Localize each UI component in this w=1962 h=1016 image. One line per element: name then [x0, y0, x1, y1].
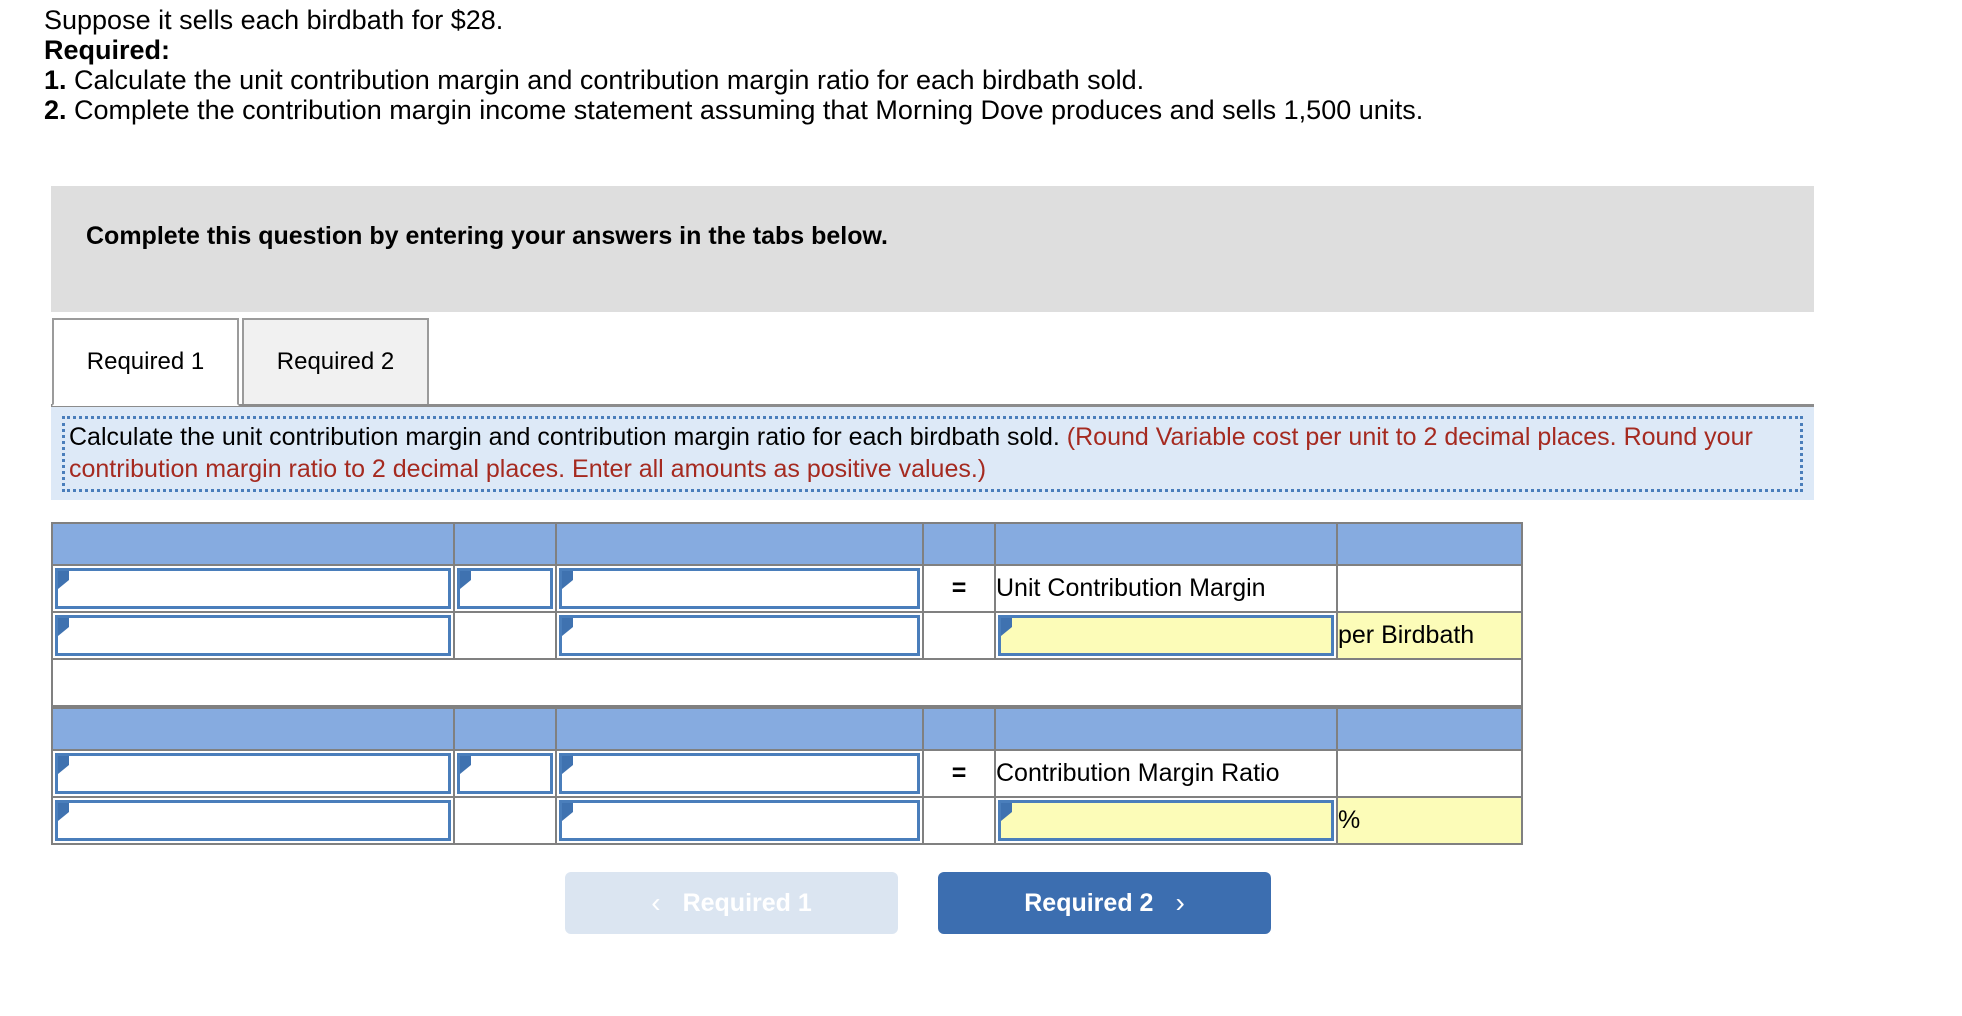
cell-cmr-row1-col2 [453, 749, 557, 798]
dropdown-caret-icon [562, 618, 573, 636]
cell-ucm-row2-col5 [994, 611, 1338, 660]
cell-ucm-row2-col4 [922, 611, 996, 660]
dropdown-cmr-r1-c1[interactable] [55, 753, 451, 794]
problem-item-2: 2. Complete the contribution margin inco… [44, 94, 1962, 125]
previous-required-1-button[interactable]: ‹ Required 1 [565, 872, 898, 934]
dropdown-cmr-r1-c2[interactable] [457, 753, 553, 794]
cell-cmr-row2-col4 [922, 796, 996, 845]
cell-ucm-row2-col1 [51, 611, 455, 660]
header-cell-1 [51, 522, 455, 566]
dropdown-caret-icon [58, 803, 69, 821]
answer-sheet: = Unit Contribution Margin per Birdbath [51, 522, 1523, 845]
dropdown-ucm-r1-c1[interactable] [55, 568, 451, 609]
dropdown-cmr-r2-c3[interactable] [559, 800, 920, 841]
dropdown-caret-icon [460, 571, 471, 589]
cell-cmr-row2-col1 [51, 796, 455, 845]
problem-statement: Suppose it sells each birdbath for $28. … [0, 0, 1962, 125]
tab-required-2[interactable]: Required 2 [242, 318, 429, 406]
problem-line-selling-price: Suppose it sells each birdbath for $28. [44, 6, 1962, 35]
dropdown-ucm-r2-c3[interactable] [559, 615, 920, 656]
requirement-panel: Calculate the unit contribution margin a… [51, 404, 1814, 500]
label-per-birdbath: per Birdbath [1336, 611, 1523, 660]
dropdown-caret-icon [1001, 803, 1012, 821]
item-1-number: 1. [44, 64, 67, 95]
header-cell-1 [51, 707, 455, 751]
requirement-black-text: Calculate the unit contribution margin a… [69, 423, 1067, 451]
header-cell-5 [994, 522, 1338, 566]
dropdown-caret-icon [58, 618, 69, 636]
cell-ucm-row1-col1 [51, 564, 455, 613]
dropdown-caret-icon [58, 756, 69, 774]
cell-ucm-row1-col6 [1336, 564, 1523, 613]
spacer-cell [51, 658, 1523, 707]
tab-required-1[interactable]: Required 1 [52, 318, 239, 406]
tab-required-2-label: Required 2 [276, 348, 395, 375]
header-cell-3 [555, 707, 924, 751]
problem-item-1: 1. Calculate the unit contribution margi… [44, 64, 1962, 95]
header-cell-6 [1336, 707, 1523, 751]
dropdown-caret-icon [562, 756, 573, 774]
table-header-row [51, 707, 1523, 751]
question-banner: Complete this question by entering your … [51, 186, 1814, 312]
item-1-text: Calculate the unit contribution margin a… [66, 64, 1145, 95]
table-spacer-row [51, 658, 1523, 707]
cell-cmr-row1-col3 [555, 749, 924, 798]
contribution-margin-ratio-table: = Contribution Margin Ratio % [51, 707, 1523, 845]
dropdown-caret-icon [562, 803, 573, 821]
operator-equals-cmr: = [922, 749, 996, 798]
dropdown-ucm-r1-c2[interactable] [457, 568, 553, 609]
cell-cmr-row1-col6 [1336, 749, 1523, 798]
header-cell-2 [453, 522, 557, 566]
label-percent: % [1336, 796, 1523, 845]
problem-required-heading: Required: [44, 34, 1962, 65]
dropdown-ucm-r2-c1[interactable] [55, 615, 451, 656]
label-contribution-margin-ratio: Contribution Margin Ratio [994, 749, 1338, 798]
problem-line-text: Suppose it sells each birdbath for $28. [44, 5, 504, 35]
next-button-label: Required 2 [1024, 888, 1154, 917]
operator-equals-ucm: = [922, 564, 996, 613]
required-label: Required: [44, 34, 171, 65]
tab-bar: Required 1 Required 2 [52, 318, 432, 406]
table-row: % [51, 796, 1523, 845]
table-row: = Unit Contribution Margin [51, 564, 1523, 613]
dropdown-caret-icon [1001, 618, 1012, 636]
chevron-left-icon: ‹ [651, 887, 661, 918]
header-cell-4 [922, 707, 996, 751]
dropdown-cmr-r1-c3[interactable] [559, 753, 920, 794]
cell-cmr-row2-col5 [994, 796, 1338, 845]
requirement-text-box: Calculate the unit contribution margin a… [62, 416, 1803, 492]
unit-contribution-margin-table: = Unit Contribution Margin per Birdbath [51, 522, 1523, 707]
banner-text: Complete this question by entering your … [86, 222, 888, 250]
previous-button-label: Required 1 [682, 888, 812, 917]
header-cell-4 [922, 522, 996, 566]
header-cell-5 [994, 707, 1338, 751]
cell-ucm-row2-col3 [555, 611, 924, 660]
dropdown-caret-icon [58, 571, 69, 589]
navigation-bar: ‹ Required 1 Required 2 › [565, 872, 1271, 934]
header-cell-2 [453, 707, 557, 751]
cell-cmr-row2-col2 [453, 796, 557, 845]
table-row: per Birdbath [51, 611, 1523, 660]
input-contribution-margin-ratio-value[interactable] [998, 800, 1334, 841]
input-unit-contribution-margin-value[interactable] [998, 615, 1334, 656]
item-2-text: Complete the contribution margin income … [66, 94, 1424, 125]
cell-ucm-row1-col3 [555, 564, 924, 613]
cell-cmr-row1-col1 [51, 749, 455, 798]
dropdown-ucm-r1-c3[interactable] [559, 568, 920, 609]
cell-cmr-row2-col3 [555, 796, 924, 845]
cell-ucm-row2-col2 [453, 611, 557, 660]
dropdown-caret-icon [562, 571, 573, 589]
header-cell-6 [1336, 522, 1523, 566]
tab-required-1-label: Required 1 [86, 348, 205, 375]
item-2-number: 2. [44, 94, 67, 125]
table-header-row [51, 522, 1523, 566]
header-cell-3 [555, 522, 924, 566]
table-row: = Contribution Margin Ratio [51, 749, 1523, 798]
cell-ucm-row1-col2 [453, 564, 557, 613]
dropdown-cmr-r2-c1[interactable] [55, 800, 451, 841]
label-unit-contribution-margin: Unit Contribution Margin [994, 564, 1338, 613]
dropdown-caret-icon [460, 756, 471, 774]
next-required-2-button[interactable]: Required 2 › [938, 872, 1271, 934]
chevron-right-icon: › [1175, 887, 1185, 918]
